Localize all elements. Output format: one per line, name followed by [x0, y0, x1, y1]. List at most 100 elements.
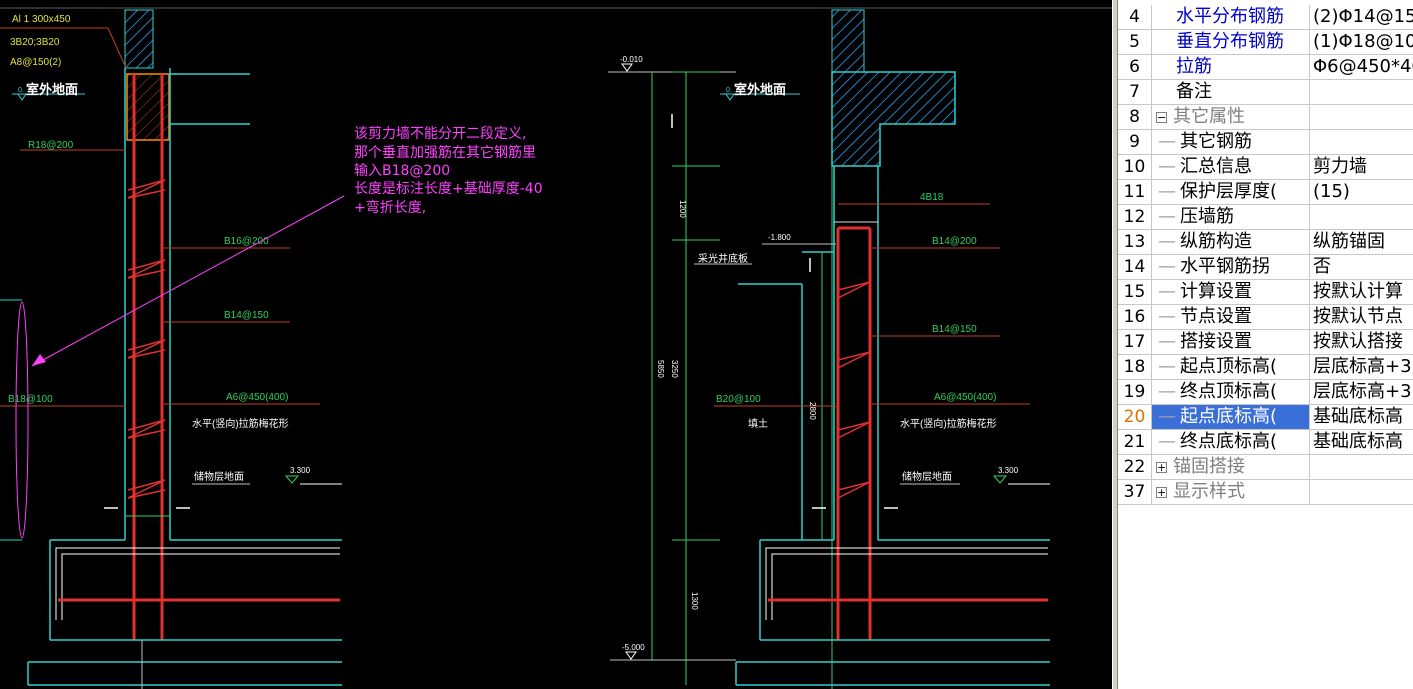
property-value-cell[interactable]: 层底标高+3 — [1310, 355, 1413, 379]
property-value-cell[interactable]: 纵筋锚固 — [1310, 230, 1413, 254]
property-value-cell[interactable]: (15) — [1310, 180, 1413, 204]
label-tie-pattern: 水平(竖向)拉筋梅花形 — [192, 417, 289, 430]
property-value-cell[interactable] — [1310, 455, 1413, 479]
property-value-cell[interactable]: (2)Φ14@15 — [1310, 5, 1413, 29]
label-outdoor-r: 室外地面 — [734, 82, 786, 97]
label-r18: R18@200 — [28, 140, 74, 151]
property-value-cell[interactable]: 否 — [1310, 255, 1413, 279]
property-name-cell[interactable]: — 水平钢筋拐 — [1152, 255, 1310, 279]
property-row[interactable]: 16— 节点设置 按默认节点 — [1118, 305, 1413, 330]
label-pit-floor: 采光井底板 — [698, 252, 748, 265]
label-b20: 3B20;3B20 — [10, 37, 60, 48]
property-value-cell[interactable] — [1310, 130, 1413, 154]
property-value-cell[interactable]: 层底标高+3 — [1310, 380, 1413, 404]
tree-connector-icon: — — [1158, 431, 1176, 452]
property-name-cell[interactable]: — 汇总信息 — [1152, 155, 1310, 179]
expand-icon[interactable]: + — [1156, 461, 1167, 473]
property-name: 备注 — [1176, 81, 1212, 102]
property-row[interactable]: 21— 终点底标高(基础底标高 — [1118, 430, 1413, 455]
property-name-cell[interactable]: — 终点顶标高( — [1152, 380, 1310, 404]
property-name-cell[interactable]: 备注 — [1152, 80, 1310, 104]
property-value-cell[interactable] — [1310, 105, 1413, 129]
property-value-cell[interactable] — [1310, 80, 1413, 104]
property-name-cell[interactable]: − 其它属性 — [1152, 105, 1310, 129]
property-row-number: 9 — [1118, 130, 1152, 154]
property-row-number: 4 — [1118, 5, 1152, 29]
property-row-number: 16 — [1118, 305, 1152, 329]
tree-connector-icon: — — [1158, 406, 1176, 427]
property-name: 起点顶标高( — [1180, 356, 1278, 377]
property-name-cell[interactable]: — 搭接设置 — [1152, 330, 1310, 354]
cad-drawing-canvas[interactable]: Al 1 300x450 3B20;3B20 A8@150(2) 0. 室外地面… — [0, 0, 1118, 689]
property-row[interactable]: 8− 其它属性 — [1118, 105, 1413, 130]
property-name-cell[interactable]: — 计算设置 — [1152, 280, 1310, 304]
property-name-cell[interactable]: — 保护层厚度( — [1152, 180, 1310, 204]
property-value-cell[interactable]: 剪力墙 — [1310, 155, 1413, 179]
label-al: Al 1 300x450 — [12, 14, 71, 25]
property-row[interactable]: 20— 起点底标高(基础底标高 — [1118, 405, 1413, 430]
property-value-cell[interactable]: 按默认搭接 — [1310, 330, 1413, 354]
property-row[interactable]: 18— 起点顶标高(层底标高+3 — [1118, 355, 1413, 380]
property-row[interactable]: 13— 纵筋构造 纵筋锚固 — [1118, 230, 1413, 255]
property-name-cell[interactable]: — 终点底标高( — [1152, 430, 1310, 454]
middle-dimensions: -0.010 -5.000 1200 5850 3250 1300 — [608, 55, 752, 685]
property-name: 节点设置 — [1180, 306, 1252, 327]
property-row-number: 8 — [1118, 105, 1152, 129]
property-row[interactable]: 19— 终点顶标高(层底标高+3 — [1118, 380, 1413, 405]
property-value-cell[interactable]: 按默认节点 — [1310, 305, 1413, 329]
property-row[interactable]: 22 + 锚固搭接 — [1118, 455, 1413, 480]
magenta-annotation: 该剪力墙不能分开二段定义, 那个垂直加强筋在其它钢筋里 输入B18@200 长度… — [15, 126, 543, 539]
property-row[interactable]: 12— 压墙筋 — [1118, 205, 1413, 230]
property-row[interactable]: 17— 搭接设置 按默认搭接 — [1118, 330, 1413, 355]
property-row[interactable]: 37 + 显示样式 — [1118, 480, 1413, 505]
property-name-cell[interactable]: — 压墙筋 — [1152, 205, 1310, 229]
label-outdoor: 室外地面 — [26, 82, 78, 97]
property-value-cell[interactable]: Φ6@450*40 — [1310, 55, 1413, 79]
property-name-cell[interactable]: 水平分布钢筋 — [1152, 5, 1310, 29]
property-value-cell[interactable]: 基础底标高 — [1310, 405, 1413, 429]
tree-connector-icon: — — [1158, 356, 1176, 377]
property-row-number: 19 — [1118, 380, 1152, 404]
property-name-cell[interactable]: 拉筋 — [1152, 55, 1310, 79]
label-storage-floor-r: 储物层地面 — [902, 470, 952, 483]
property-row-number: 17 — [1118, 330, 1152, 354]
property-value-cell[interactable]: (1)Φ18@10 — [1310, 30, 1413, 54]
property-name-cell[interactable]: 垂直分布钢筋 — [1152, 30, 1310, 54]
property-name-cell[interactable]: — 节点设置 — [1152, 305, 1310, 329]
property-name: 计算设置 — [1180, 281, 1252, 302]
property-value-cell[interactable]: 基础底标高 — [1310, 430, 1413, 454]
property-row[interactable]: 15— 计算设置 按默认计算 — [1118, 280, 1413, 305]
property-row-number: 6 — [1118, 55, 1152, 79]
property-row[interactable]: 9— 其它钢筋 — [1118, 130, 1413, 155]
property-name-cell[interactable]: — 其它钢筋 — [1152, 130, 1310, 154]
property-row[interactable]: 10— 汇总信息 剪力墙 — [1118, 155, 1413, 180]
label-b14: B14@150 — [224, 310, 269, 321]
label-a6: A6@450(400) — [226, 392, 288, 403]
property-name-cell[interactable]: + 锚固搭接 — [1152, 455, 1310, 479]
property-name-cell[interactable]: + 显示样式 — [1152, 480, 1310, 504]
property-value-cell[interactable]: 按默认计算 — [1310, 280, 1413, 304]
property-name-cell[interactable]: — 起点底标高( — [1152, 405, 1310, 429]
property-name: 保护层厚度( — [1180, 181, 1278, 202]
annotation-line1: 该剪力墙不能分开二段定义, — [354, 126, 526, 142]
property-name-cell[interactable]: — 起点顶标高( — [1152, 355, 1310, 379]
label-storage-elev: 3.300 — [290, 466, 311, 475]
property-row[interactable]: 6 拉筋 Φ6@450*40 — [1118, 55, 1413, 80]
property-name: 纵筋构造 — [1180, 231, 1252, 252]
property-value-cell[interactable] — [1310, 480, 1413, 504]
property-row[interactable]: 5 垂直分布钢筋 (1)Φ18@10 — [1118, 30, 1413, 55]
collapse-icon[interactable]: − — [1156, 111, 1167, 123]
property-row[interactable]: 14— 水平钢筋拐否 — [1118, 255, 1413, 280]
label-b18: B18@100 — [8, 394, 53, 405]
property-row[interactable]: 7 备注 — [1118, 80, 1413, 105]
label-b20: B20@100 — [716, 394, 761, 405]
property-name: 水平钢筋拐 — [1180, 256, 1270, 277]
property-name-cell[interactable]: — 纵筋构造 — [1152, 230, 1310, 254]
property-row[interactable]: 4 水平分布钢筋 (2)Φ14@15 — [1118, 5, 1413, 30]
expand-icon[interactable]: + — [1156, 486, 1167, 498]
label-b16: B16@200 — [224, 236, 269, 247]
property-value-cell[interactable] — [1310, 205, 1413, 229]
property-row[interactable]: 11— 保护层厚度((15) — [1118, 180, 1413, 205]
property-row-number: 37 — [1118, 480, 1152, 504]
property-row-number: 18 — [1118, 355, 1152, 379]
